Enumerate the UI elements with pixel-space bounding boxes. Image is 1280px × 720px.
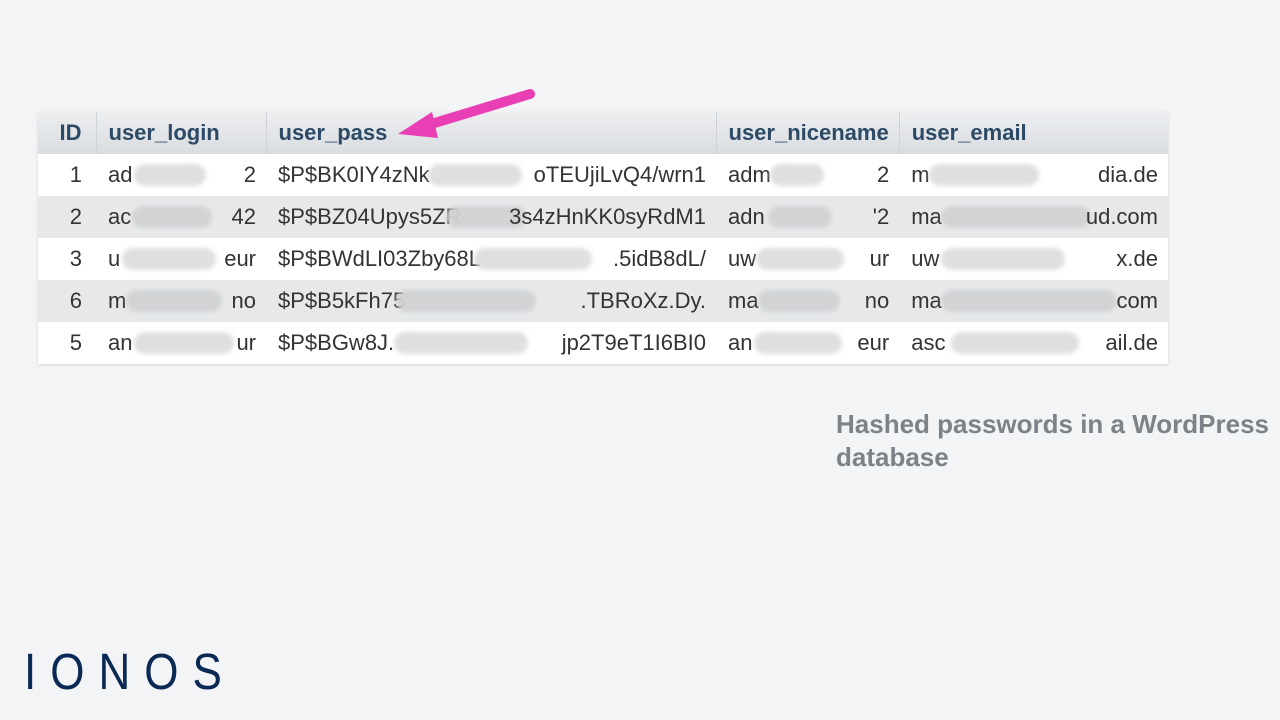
cell-email: maud.com (899, 196, 1168, 238)
cell-pass: $P$BGw8J.jp2T9eT1I6BI0 (266, 322, 716, 364)
th-pass: user_pass (266, 112, 716, 154)
cell-nice: aneur (716, 322, 899, 364)
table-row: 6mno$P$B5kFh75.TBRoXz.Dy.manomacom (38, 280, 1168, 322)
db-table-container: ID user_login user_pass user_nicename us… (38, 112, 1168, 364)
table-row: 1ad2$P$BK0IY4zNkoTEUjiLvQ4/wrn1adm2mdia.… (38, 154, 1168, 196)
cell-login: anur (96, 322, 266, 364)
ionos-logo: IONOS (24, 644, 236, 702)
cell-login: ad2 (96, 154, 266, 196)
table-row: 3ueur$P$BWdLI03Zby68L.5idB8dL/uwuruwx.de (38, 238, 1168, 280)
cell-email: mdia.de (899, 154, 1168, 196)
cell-login: ac42 (96, 196, 266, 238)
table-header-row: ID user_login user_pass user_nicename us… (38, 112, 1168, 154)
cell-nice: adn'2 (716, 196, 899, 238)
th-login: user_login (96, 112, 266, 154)
cell-id: 2 (38, 196, 96, 238)
cell-pass: $P$BK0IY4zNkoTEUjiLvQ4/wrn1 (266, 154, 716, 196)
cell-nice: adm2 (716, 154, 899, 196)
users-table: ID user_login user_pass user_nicename us… (38, 112, 1168, 364)
cell-pass: $P$BZ04Upys5ZR3s4zHnKK0syRdM1 (266, 196, 716, 238)
caption-text: Hashed passwords in a WordPress database (836, 408, 1280, 473)
cell-id: 5 (38, 322, 96, 364)
table-row: 2ac42$P$BZ04Upys5ZR3s4zHnKK0syRdM1adn'2m… (38, 196, 1168, 238)
cell-nice: mano (716, 280, 899, 322)
th-id: ID (38, 112, 96, 154)
cell-pass: $P$BWdLI03Zby68L.5idB8dL/ (266, 238, 716, 280)
cell-pass: $P$B5kFh75.TBRoXz.Dy. (266, 280, 716, 322)
th-email: user_email (899, 112, 1168, 154)
cell-login: ueur (96, 238, 266, 280)
cell-login: mno (96, 280, 266, 322)
cell-id: 6 (38, 280, 96, 322)
cell-email: ascail.de (899, 322, 1168, 364)
cell-id: 3 (38, 238, 96, 280)
cell-email: uwx.de (899, 238, 1168, 280)
cell-email: macom (899, 280, 1168, 322)
th-nice: user_nicename (716, 112, 899, 154)
cell-id: 1 (38, 154, 96, 196)
table-row: 5anur$P$BGw8J.jp2T9eT1I6BI0aneurascail.d… (38, 322, 1168, 364)
cell-nice: uwur (716, 238, 899, 280)
